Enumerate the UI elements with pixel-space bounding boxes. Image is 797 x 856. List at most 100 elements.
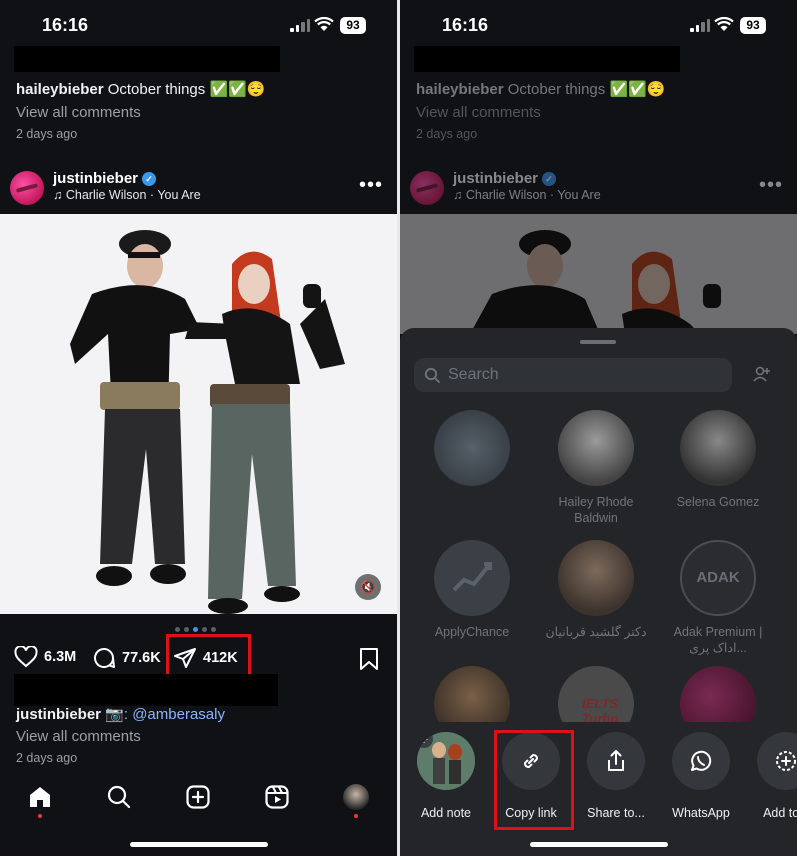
post-username: justinbieber — [453, 170, 539, 187]
post-image — [0, 214, 397, 614]
caption-mention[interactable]: 📷: @amberasaly — [105, 706, 225, 723]
post-username[interactable]: justinbieber — [53, 170, 138, 187]
post-time: 2 days ago — [416, 127, 478, 141]
home-indicator — [130, 842, 268, 847]
contact-name: دکتر گلشید قربانیان — [545, 625, 647, 639]
home-indicator — [530, 842, 668, 847]
audio-label: ♫ Charlie Wilson · You Are — [453, 188, 601, 202]
post-header: justinbieber ✓ ♫ Charlie Wilson · You Are… — [0, 168, 397, 208]
signal-icon — [290, 19, 310, 32]
signal-icon — [690, 19, 710, 32]
post-username-row[interactable]: justinbieber ✓ — [53, 170, 157, 187]
share-upload-icon — [608, 750, 624, 771]
contact-name: ApplyChance — [434, 625, 510, 639]
bookmark-icon[interactable] — [359, 647, 379, 671]
contact-logo-text: ADAK — [696, 569, 740, 586]
contact-item[interactable] — [417, 410, 527, 494]
create-post-icon[interactable] — [185, 784, 211, 810]
notification-dot — [354, 814, 358, 818]
post-time: 2 days ago — [16, 751, 78, 765]
search-icon[interactable] — [106, 784, 132, 810]
carousel-indicator — [175, 627, 216, 632]
status-time: 16:16 — [42, 15, 89, 35]
sheet-handle[interactable] — [580, 340, 616, 344]
status-bar: 16:16 93 — [0, 0, 397, 50]
caption-username[interactable]: justinbieber — [16, 706, 101, 723]
add-note-label: Add note — [420, 806, 472, 820]
caption-username[interactable]: haileybieber — [16, 81, 104, 98]
music-note-icon: ♫ — [453, 188, 463, 202]
search-icon — [424, 367, 440, 383]
like-button[interactable]: 6.3M — [14, 646, 76, 668]
add-to-story-circle — [757, 732, 797, 790]
verified-badge-icon: ✓ — [542, 172, 557, 187]
contact-name: Adak Premium | اداک پری... — [673, 625, 763, 655]
add-to-story-label: Add to s — [763, 806, 797, 820]
view-comments-link[interactable]: View all comments — [16, 728, 141, 745]
audio-label[interactable]: ♫ Charlie Wilson · You Are — [53, 188, 201, 202]
whatsapp-icon — [691, 750, 712, 771]
add-note-button[interactable]: + Add note — [406, 732, 486, 820]
whatsapp-circle — [672, 732, 730, 790]
post-photo — [400, 214, 797, 334]
status-time: 16:16 — [442, 15, 489, 35]
battery-indicator: 93 — [740, 17, 766, 34]
post-username-row: justinbieber ✓ — [453, 170, 557, 187]
top-caption: haileybieber October things ✅✅😌 — [16, 80, 265, 98]
contact-name: Selena Gomez — [676, 495, 760, 509]
bottom-nav — [0, 772, 397, 856]
mute-icon[interactable]: 🔇 — [355, 574, 381, 600]
contact-avatar: ADAK — [680, 540, 756, 616]
comment-count: 77.6K — [122, 650, 161, 666]
like-count: 6.3M — [44, 649, 77, 665]
contact-avatar — [434, 540, 510, 616]
view-comments-link: View all comments — [416, 104, 541, 121]
status-bar: 16:16 93 — [400, 0, 797, 50]
heart-icon — [14, 646, 38, 668]
search-input[interactable]: Search — [414, 358, 732, 392]
comment-icon — [94, 648, 115, 669]
home-icon[interactable] — [27, 784, 53, 810]
share-to-label: Share to... — [587, 806, 645, 820]
view-comments-link[interactable]: View all comments — [16, 104, 141, 121]
redacted-bar — [14, 674, 278, 706]
whatsapp-button[interactable]: WhatsApp — [661, 732, 741, 820]
whatsapp-label: WhatsApp — [672, 806, 730, 820]
redacted-bar — [14, 46, 280, 72]
notification-dot — [38, 814, 42, 818]
caption-username: haileybieber — [416, 81, 504, 98]
share-actions-bar: + Add note Copy link Share to... WhatsAp… — [400, 722, 797, 856]
audio-text: Charlie Wilson · You Are — [465, 188, 601, 202]
contact-item[interactable]: دکتر گلشید قربانیان — [541, 540, 651, 640]
contact-item[interactable]: Selena Gomez — [663, 410, 773, 510]
post-time: 2 days ago — [16, 127, 78, 141]
add-people-icon[interactable] — [752, 364, 772, 384]
battery-indicator: 93 — [340, 17, 366, 34]
more-options-icon: ••• — [758, 174, 783, 196]
more-options-icon[interactable]: ••• — [359, 174, 383, 197]
contact-name: Hailey Rhode Baldwin — [558, 495, 634, 525]
profile-avatar[interactable] — [343, 784, 369, 810]
feed-screen: 16:16 93 haileybieber October things ✅✅😌… — [0, 0, 397, 856]
contact-avatar — [558, 410, 634, 486]
contact-item[interactable]: Hailey Rhode Baldwin — [541, 410, 651, 526]
share-to-button[interactable]: Share to... — [576, 732, 656, 820]
post-photo[interactable]: 🔇 — [0, 214, 397, 614]
avatar[interactable] — [10, 171, 44, 205]
post-caption: justinbieber 📷: @amberasaly — [16, 705, 225, 723]
contact-item[interactable]: ADAK Adak Premium | اداک پری... — [663, 540, 773, 656]
reels-icon[interactable] — [264, 784, 290, 810]
redacted-bar — [414, 46, 680, 72]
add-to-story-button[interactable]: Add to s — [746, 732, 797, 820]
avatar — [410, 171, 444, 205]
contact-avatar — [680, 410, 756, 486]
contact-item[interactable]: ApplyChance — [417, 540, 527, 640]
caption-text: October things ✅✅😌 — [507, 81, 666, 98]
add-story-icon — [776, 751, 796, 771]
wifi-icon — [314, 17, 334, 31]
share-to-circle — [587, 732, 645, 790]
note-avatar: + — [417, 732, 475, 790]
comment-button[interactable]: 77.6K — [92, 646, 161, 670]
search-placeholder: Search — [448, 366, 499, 383]
music-note-icon: ♫ — [53, 188, 63, 202]
